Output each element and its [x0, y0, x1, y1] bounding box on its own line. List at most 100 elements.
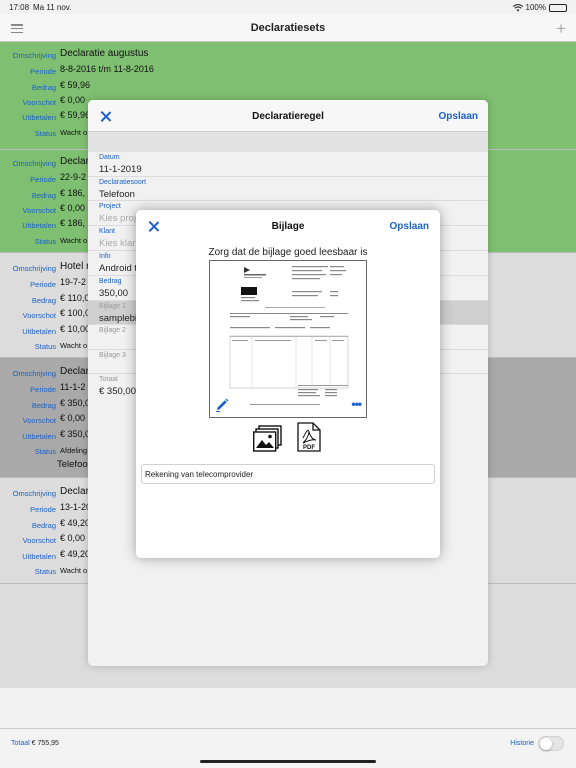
uitbetalen-label: Uitbetalen: [22, 221, 56, 230]
bedrag-label: Bedrag: [31, 401, 56, 410]
set-status: Wacht o: [60, 128, 88, 137]
set-status: Afdeling: [60, 446, 88, 455]
description-field[interactable]: Rekening van telecomprovider: [141, 464, 435, 484]
total-label: Totaal: [11, 740, 30, 747]
bedrag-label: Bedrag: [31, 83, 56, 92]
set-omschrijving: Declaratie augustus: [60, 48, 149, 59]
set-omschrijving: Hotel n: [60, 261, 92, 272]
bijlage-sheet: Bijlage Opslaan Zorg dat de bijlage goed…: [136, 210, 440, 558]
save-button[interactable]: Opslaan: [390, 221, 429, 232]
periode-label: Periode: [30, 280, 56, 289]
save-button[interactable]: Opslaan: [439, 111, 478, 122]
periode-label: Periode: [30, 505, 56, 514]
set-periode: 8-8-2016 t/m 11-8-2016: [60, 64, 154, 74]
voorschot-label: Voorschot: [22, 536, 56, 545]
declaratieregel-title: Declaratieregel: [252, 111, 324, 122]
set-voorschot: € 0,00: [60, 95, 86, 105]
set-omschrijving: Declar: [60, 156, 89, 167]
field-value: samplebi: [99, 313, 138, 324]
omschrijving-label: Omschrijving: [12, 489, 56, 498]
set-extra: Telefoo: [57, 459, 88, 470]
field-value: € 350,00: [99, 386, 136, 397]
set-bedrag: € 110,0: [60, 293, 90, 303]
history-toggle[interactable]: [538, 736, 564, 751]
bedrag-label: Bedrag: [31, 521, 56, 530]
status-label: Status: [34, 447, 56, 456]
field-label: Bedrag: [99, 278, 122, 285]
set-bedrag: € 49,20: [60, 518, 91, 528]
pdf-icon[interactable]: PDF: [297, 422, 321, 452]
set-periode: 19-7-2: [60, 277, 87, 287]
add-icon[interactable]: +: [556, 20, 566, 37]
instruction-text: Zorg dat de bijlage goed leesbaar is: [208, 247, 368, 258]
set-periode: 11-1-2: [60, 382, 86, 392]
field-label: Declaratiesoort: [99, 179, 147, 186]
declaratieregel-header: Declaratieregel Opslaan: [88, 100, 488, 132]
set-periode: 13-1-20: [60, 502, 92, 512]
status-date: Ma 11 nov.: [33, 3, 72, 12]
status-label: Status: [34, 567, 56, 576]
omschrijving-label: Omschrijving: [12, 51, 56, 60]
set-bedrag: € 350,0: [60, 398, 91, 408]
set-bedrag: € 59,96: [60, 80, 91, 90]
document-thumbnail-icon: [210, 261, 366, 417]
pencil-icon[interactable]: [214, 397, 230, 413]
voorschot-label: Voorschot: [22, 311, 56, 320]
set-uitbetalen: € 49,20: [60, 549, 91, 559]
set-voorschot: € 0,00: [60, 413, 86, 423]
periode-label: Periode: [30, 385, 56, 394]
field-label: Totaal: [99, 376, 118, 383]
voorschot-label: Voorschot: [22, 416, 56, 425]
periode-label: Periode: [30, 175, 56, 184]
field-value: Android t: [99, 263, 138, 274]
field-value: Telefoon: [99, 189, 135, 200]
field-label: Bijlage 2: [99, 327, 126, 334]
set-voorschot: € 0,00: [60, 533, 86, 543]
status-right: 100%: [512, 3, 567, 12]
status-bar: 17:08 Ma 11 nov. 100%: [0, 0, 576, 14]
more-icon[interactable]: •••: [351, 398, 362, 410]
omschrijving-label: Omschrijving: [12, 264, 56, 273]
voorschot-label: Voorschot: [22, 98, 56, 107]
status-label: Status: [34, 129, 56, 138]
bedrag-label: Bedrag: [31, 191, 56, 200]
set-status: Wacht o: [60, 236, 88, 245]
field-label: Datum: [99, 154, 120, 161]
pdf-label: PDF: [303, 445, 315, 451]
periode-label: Periode: [30, 67, 56, 76]
bijlage-header: Bijlage Opslaan: [136, 210, 440, 242]
omschrijving-label: Omschrijving: [12, 159, 56, 168]
section-spacer: [88, 132, 488, 152]
set-voorschot: € 0,00: [60, 203, 86, 213]
set-uitbetalen: € 10,00: [60, 324, 91, 334]
home-indicator: [200, 760, 376, 763]
set-status: Wacht o: [60, 341, 88, 350]
page-title: Declaratiesets: [250, 22, 326, 34]
field-label: Info: [99, 253, 111, 260]
image-picker-icon[interactable]: [253, 424, 283, 452]
nav-bar: Declaratiesets +: [0, 14, 576, 42]
omschrijving-label: Omschrijving: [12, 369, 56, 378]
field-label: Project: [99, 203, 121, 210]
status-time: 17:08: [9, 3, 30, 12]
bedrag-label: Bedrag: [31, 296, 56, 305]
field-label: Klant: [99, 228, 115, 235]
attachment-preview[interactable]: •••: [209, 260, 367, 418]
set-omschrijving: Declar: [60, 486, 89, 497]
status-label: Status: [34, 237, 56, 246]
set-uitbetalen: € 350,0: [60, 429, 91, 439]
total-value: € 755,95: [31, 740, 59, 747]
set-omschrijving: Declar: [60, 366, 89, 377]
field-value: Kies klan: [99, 238, 138, 249]
field-declaratiesoort[interactable]: Declaratiesoort Telefoon: [88, 177, 488, 201]
set-bedrag: € 186,: [60, 188, 86, 198]
total: Totaal € 755,95: [11, 740, 59, 747]
field-value: 11-1-2019: [99, 164, 142, 175]
set-voorschot: € 100,0: [60, 308, 91, 318]
status-label: Status: [34, 342, 56, 351]
field-datum[interactable]: Datum 11-1-2019: [88, 152, 488, 177]
uitbetalen-label: Uitbetalen: [22, 432, 56, 441]
uitbetalen-label: Uitbetalen: [22, 113, 56, 122]
uitbetalen-label: Uitbetalen: [22, 327, 56, 336]
field-value: Kies proje: [99, 213, 142, 224]
